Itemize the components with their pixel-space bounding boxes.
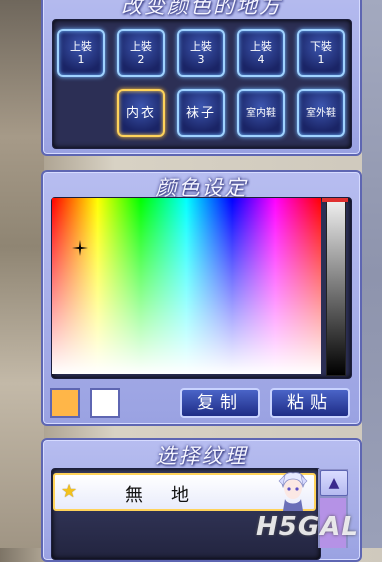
part-button-label: 袜子 <box>185 105 216 121</box>
character-sprite-icon <box>278 472 308 511</box>
part-button-top-1[interactable]: 上裝 1 <box>57 29 105 77</box>
part-button-top-3[interactable]: 上裝 3 <box>177 29 225 77</box>
part-button-outdoor-shoes[interactable]: 室外鞋 <box>297 89 345 137</box>
part-button-label: 上裝 <box>70 40 92 53</box>
star-icon: ★ <box>61 481 78 502</box>
current-color-swatch[interactable] <box>50 388 80 418</box>
part-button-socks[interactable]: 袜子 <box>177 89 225 137</box>
texture-panel-title: 选择纹理 <box>155 444 248 468</box>
copy-button[interactable]: 复制 <box>180 388 260 418</box>
part-button-label: 下裝 <box>310 40 332 53</box>
part-button-number: 3 <box>197 53 205 66</box>
luminance-slider-handle[interactable] <box>322 198 348 202</box>
part-button-label: 上裝 <box>250 40 272 53</box>
part-button-top-2[interactable]: 上裝 2 <box>117 29 165 77</box>
part-button-label: 室外鞋 <box>306 107 336 119</box>
background-left <box>0 0 44 548</box>
part-button-number: 4 <box>257 53 265 66</box>
texture-item-plain[interactable]: ★ 無地 <box>53 472 316 511</box>
part-button-label: 内衣 <box>125 105 156 121</box>
parts-panel-title: 改变颜色的地方 <box>121 0 282 18</box>
secondary-color-swatch[interactable] <box>90 388 120 418</box>
part-button-label: 室内鞋 <box>246 107 276 119</box>
watermark-logo: H5GAL <box>256 512 359 542</box>
part-button-number: 2 <box>137 53 145 66</box>
color-spectrum[interactable] <box>52 198 321 374</box>
scroll-up-button[interactable]: ▲ <box>320 470 348 496</box>
part-button-bottom-1[interactable]: 下裝 1 <box>297 29 345 77</box>
part-button-indoor-shoes[interactable]: 室内鞋 <box>237 89 285 137</box>
paste-button[interactable]: 粘贴 <box>270 388 350 418</box>
part-button-top-4[interactable]: 上裝 4 <box>237 29 285 77</box>
background-right <box>362 0 382 548</box>
part-button-label: 上裝 <box>130 40 152 53</box>
texture-item-label: 無地 <box>125 485 217 506</box>
part-button-number: 1 <box>317 53 325 66</box>
part-button-underwear[interactable]: 内衣 <box>117 89 165 137</box>
luminance-slider[interactable] <box>326 198 346 376</box>
part-button-number: 1 <box>77 53 85 66</box>
crosshair-icon[interactable] <box>72 240 88 256</box>
part-button-label: 上裝 <box>190 40 212 53</box>
